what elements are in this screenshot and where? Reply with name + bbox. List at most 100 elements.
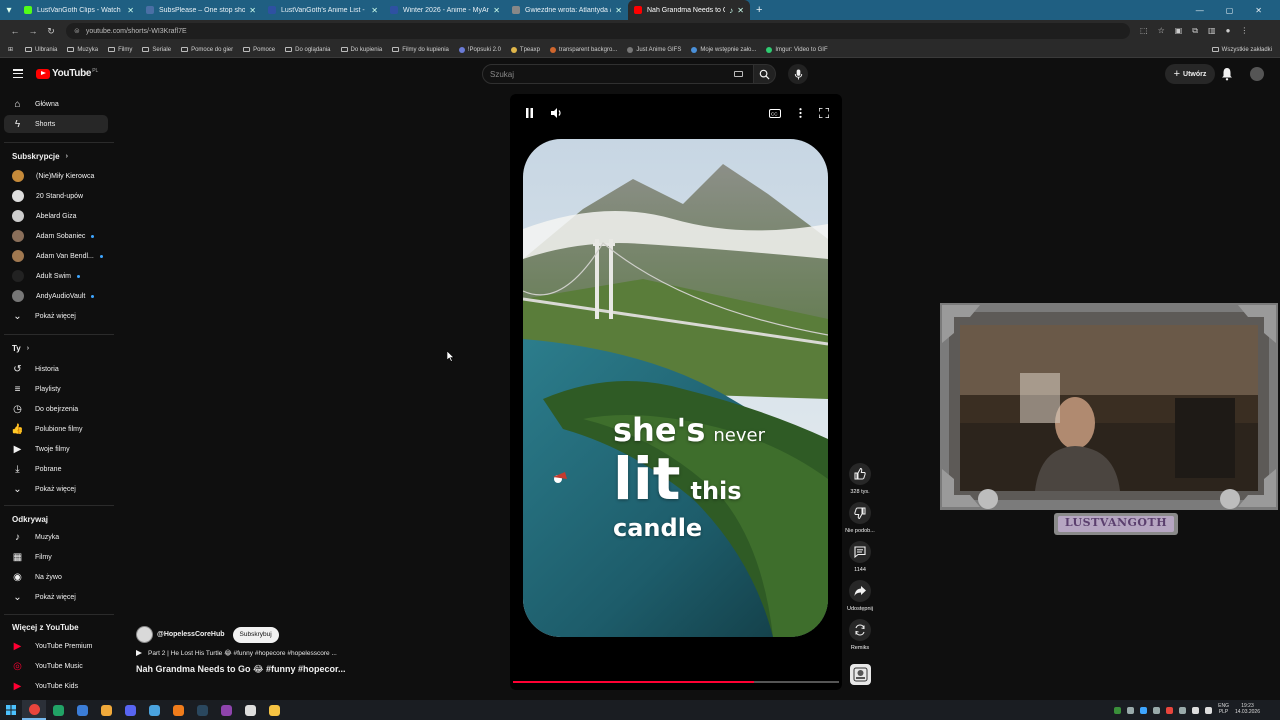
- cast-icon[interactable]: ⬚: [1140, 26, 1148, 36]
- show-more-you[interactable]: ⌄ Pokaż więcej: [4, 480, 108, 498]
- bookmark-item[interactable]: Pomoce: [243, 47, 275, 53]
- volume-button[interactable]: [550, 106, 564, 120]
- sidebar-item-you[interactable]: ◷ Do obejrzenia: [4, 400, 108, 418]
- comment-button[interactable]: 1144: [844, 541, 876, 573]
- subscription-item[interactable]: Adam Sobaniec: [4, 227, 108, 245]
- tab-close-icon[interactable]: ✕: [615, 6, 622, 15]
- sidebar-item-główna[interactable]: ⌂ Główna: [4, 95, 108, 113]
- extensions-puzzle-icon[interactable]: ⧉: [1192, 26, 1198, 36]
- search-button[interactable]: [754, 64, 776, 84]
- subscription-item[interactable]: (Nie)Miły Kierowca: [4, 167, 108, 185]
- bookmark-item[interactable]: Do kupienia: [340, 47, 382, 53]
- sidebar-item-yt-product[interactable]: ▶ YouTube Premium: [4, 637, 108, 655]
- channel-thumbnail[interactable]: [850, 664, 871, 685]
- browser-tab[interactable]: Winter 2026 - Anime - MyAnim ✕: [384, 0, 506, 20]
- dislike-button[interactable]: Nie podob...: [844, 502, 876, 534]
- subscription-item[interactable]: 20 Stand-upów: [4, 187, 108, 205]
- maximize-icon[interactable]: ▢: [1226, 6, 1234, 15]
- volume-tray-icon[interactable]: [1192, 706, 1200, 714]
- browser-tab[interactable]: LustVanGoth Clips - Watch Live ✕: [18, 0, 140, 20]
- channel-avatar[interactable]: [136, 626, 153, 643]
- more-from-youtube-heading[interactable]: Więcej z YouTube: [12, 623, 79, 632]
- taskbar-app-app-globe[interactable]: [70, 700, 94, 720]
- shorts-player[interactable]: CC she's never lit this candle: [510, 94, 842, 690]
- browser-tab[interactable]: Gwiezdne wrota: Atlantyda / St ✕: [506, 0, 628, 20]
- bookmark-item[interactable]: transparent backgro...: [549, 46, 617, 53]
- progress-bar[interactable]: [513, 681, 839, 683]
- sidebar-item-explore[interactable]: ▦ Filmy: [4, 548, 108, 566]
- browser-tab[interactable]: Nah Grandma Needs to Go ♪ ✕: [628, 0, 750, 20]
- bookmark-item[interactable]: Seriale: [142, 47, 171, 53]
- bookmark-item[interactable]: Imgur: Video to GIF: [766, 46, 828, 53]
- profile-icon[interactable]: ●: [1226, 26, 1231, 36]
- bookmark-star-icon[interactable]: ☆: [1158, 26, 1165, 36]
- tray-icon[interactable]: [1114, 706, 1122, 714]
- create-button[interactable]: + Utwórz: [1165, 64, 1215, 84]
- subscription-item[interactable]: Adam Van Bendl...: [4, 247, 108, 265]
- taskbar-app-app-discord[interactable]: [118, 700, 142, 720]
- more-options-button[interactable]: [793, 106, 807, 120]
- bookmark-item[interactable]: Pomoce do gier: [181, 47, 233, 53]
- sidebar-item-you[interactable]: ⤓ Pobrane: [4, 460, 108, 478]
- tab-close-icon[interactable]: ✕: [127, 6, 134, 15]
- bookmark-item[interactable]: Muzyka: [67, 47, 98, 53]
- tray-icon[interactable]: [1166, 706, 1174, 714]
- short-video-frame[interactable]: she's never lit this candle: [523, 139, 828, 637]
- share-button[interactable]: Udostępnij: [844, 580, 876, 612]
- all-bookmarks[interactable]: Wszystkie zakładki: [1211, 47, 1272, 53]
- voice-search-button[interactable]: [788, 64, 808, 84]
- taskbar-app-app-box[interactable]: [142, 700, 166, 720]
- sidebar-item-you[interactable]: ≡ Playlisty: [4, 380, 108, 398]
- explore-heading[interactable]: Odkrywaj: [12, 515, 48, 524]
- address-bar[interactable]: ⊜ youtube.com/shorts/-WI3Krafl7E: [66, 23, 1130, 39]
- tab-close-icon[interactable]: ✕: [249, 6, 256, 15]
- subscription-item[interactable]: AndyAudioVault: [4, 287, 108, 305]
- sidebar-item-you[interactable]: ↺ Historia: [4, 360, 108, 378]
- sidebar-item-you[interactable]: ▶ Twoje filmy: [4, 440, 108, 458]
- tray-icon[interactable]: [1153, 706, 1161, 714]
- reload-icon[interactable]: ↻: [42, 26, 60, 37]
- channel-name[interactable]: @HopelessCoreHub: [157, 631, 225, 638]
- bookmark-item[interactable]: Just Anime GIFS: [627, 46, 681, 53]
- side-panel-icon[interactable]: ▥: [1208, 26, 1216, 36]
- tab-close-icon[interactable]: ✕: [371, 6, 378, 15]
- sidebar-item-explore[interactable]: ♪ Muzyka: [4, 528, 108, 546]
- bookmark-item[interactable]: !Popsuki 2.0: [458, 46, 501, 53]
- close-window-icon[interactable]: ✕: [1255, 6, 1262, 15]
- playlist-link[interactable]: Part 2 | He Lost His Turtle 😂 #funny #ho…: [136, 649, 496, 657]
- new-tab-button[interactable]: +: [750, 4, 768, 16]
- youtube-logo[interactable]: YouTube PL: [36, 68, 98, 79]
- bookmark-item[interactable]: Filmy do kupienia: [392, 47, 449, 53]
- tray-icon[interactable]: [1140, 706, 1148, 714]
- tab-close-icon[interactable]: ✕: [737, 6, 744, 15]
- taskbar-app-app-files[interactable]: [262, 700, 286, 720]
- taskbar-app-chrome[interactable]: [22, 700, 46, 720]
- bookmark-item[interactable]: Filmy: [108, 47, 132, 53]
- sidebar-item-yt-product[interactable]: ◎ YouTube Music: [4, 657, 108, 675]
- you-heading[interactable]: Ty ›: [12, 344, 29, 353]
- sidebar-item-shorts[interactable]: ϟ Shorts: [4, 115, 108, 133]
- subscription-item[interactable]: Abelard Giza: [4, 207, 108, 225]
- tab-search-icon[interactable]: ▾: [0, 0, 18, 20]
- subscribe-button[interactable]: Subskrybuj: [232, 626, 279, 643]
- sidebar-item-you[interactable]: 👍 Polubione filmy: [4, 420, 108, 438]
- browser-tab[interactable]: SubsPlease – One stop shop fo✕: [140, 0, 262, 20]
- like-button[interactable]: 328 tys.: [844, 463, 876, 495]
- notifications-bell-icon[interactable]: [1221, 67, 1233, 81]
- show-more-explore[interactable]: ⌄ Pokaż więcej: [4, 588, 108, 606]
- search-input[interactable]: Szukaj: [482, 64, 754, 84]
- sidebar-item-yt-product[interactable]: ▶ YouTube Kids: [4, 677, 108, 695]
- keyboard-icon[interactable]: [734, 71, 743, 77]
- subscription-item[interactable]: Adult Swim: [4, 267, 108, 285]
- fullscreen-button[interactable]: [817, 106, 831, 120]
- taskbar-app-app-purple[interactable]: [214, 700, 238, 720]
- bookmark-item[interactable]: Ulbrania: [25, 47, 57, 53]
- bookmark-item[interactable]: Do oglądania: [285, 47, 331, 53]
- clock[interactable]: 19:23 14.03.2026: [1235, 703, 1260, 716]
- bookmark-item[interactable]: Moje wstępnie zało...: [691, 46, 756, 53]
- minimize-icon[interactable]: —: [1196, 6, 1204, 15]
- apps-grid-icon[interactable]: ⊞: [8, 46, 13, 53]
- pause-button[interactable]: [522, 106, 536, 120]
- extension-icon[interactable]: ▣: [1175, 26, 1183, 36]
- menu-icon[interactable]: [13, 69, 23, 78]
